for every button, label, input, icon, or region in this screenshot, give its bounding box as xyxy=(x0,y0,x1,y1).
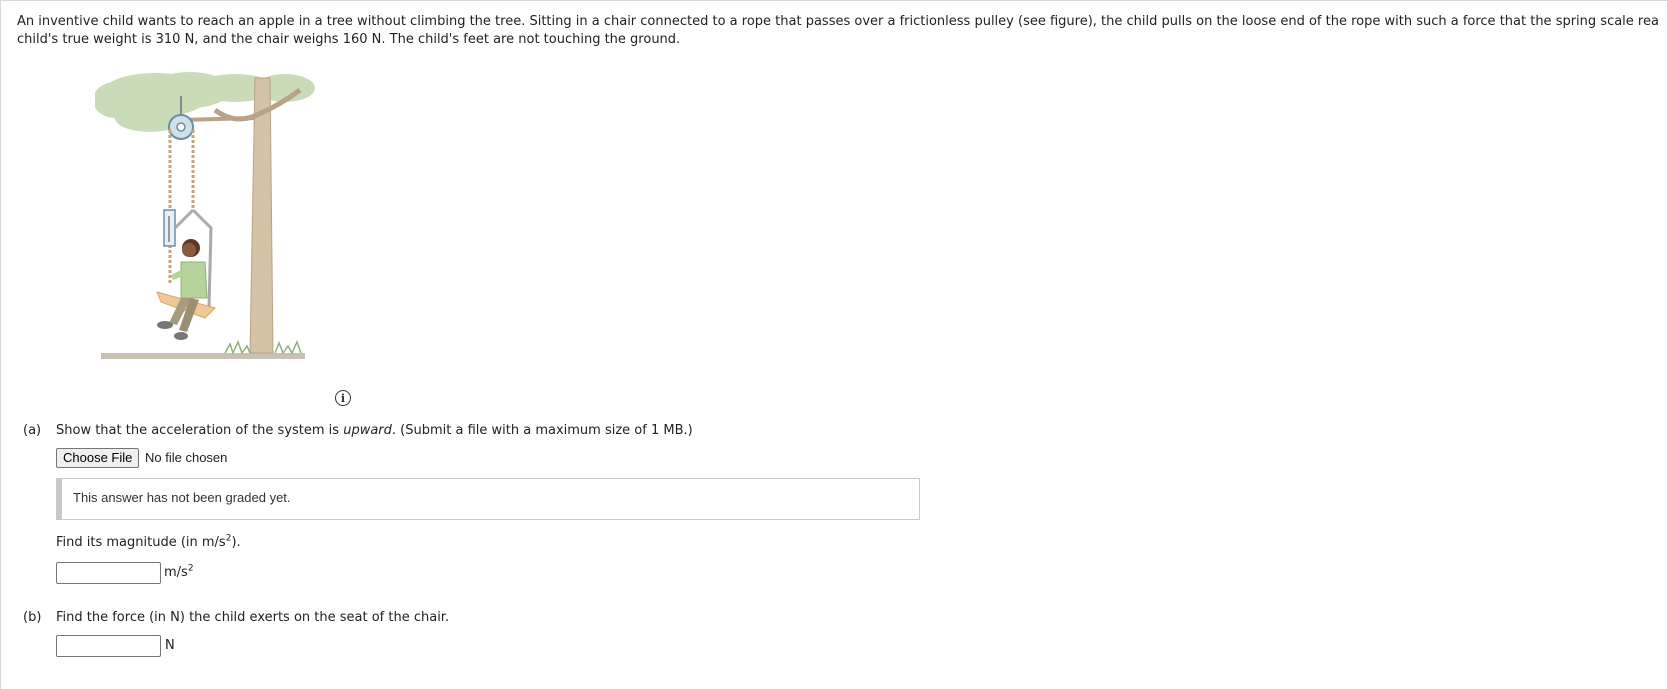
problem-statement: An inventive child wants to reach an app… xyxy=(17,13,1667,49)
part-a-label: (a) xyxy=(23,423,42,438)
part-a-question: Show that the acceleration of the system… xyxy=(56,422,693,440)
choose-file-button[interactable]: Choose File xyxy=(56,448,140,468)
part-b-question: Find the force (in N) the child exerts o… xyxy=(56,610,450,625)
force-answer-input[interactable] xyxy=(56,635,161,657)
magnitude-unit-exponent: 2 xyxy=(187,563,194,574)
magnitude-question: Find its magnitude (in m/s2). xyxy=(56,534,241,552)
problem-line-1: An inventive child wants to reach an app… xyxy=(17,14,1659,29)
pulley-figure xyxy=(95,72,315,359)
question-page: An inventive child wants to reach an app… xyxy=(0,0,1667,689)
info-icon[interactable]: i xyxy=(335,390,351,406)
magnitude-unit: m/s2 xyxy=(164,564,194,582)
part-a-text-after: . (Submit a file with a maximum size of … xyxy=(391,423,693,438)
magnitude-answer-input[interactable] xyxy=(56,562,161,584)
force-unit: N xyxy=(165,638,175,653)
grading-status-text: This answer has not been graded yet. xyxy=(73,490,291,505)
grading-status-box: This answer has not been graded yet. xyxy=(56,478,920,520)
no-file-chosen-text: No file chosen xyxy=(145,450,228,465)
magnitude-prefix: Find its magnitude (in m/s xyxy=(56,535,226,550)
part-a-text-emphasis: upward xyxy=(343,423,392,438)
child xyxy=(157,239,208,340)
problem-line-2: child's true weight is 310 N, and the ch… xyxy=(17,32,681,47)
magnitude-suffix: ). xyxy=(231,535,241,550)
ground xyxy=(101,353,305,359)
part-a-text-before: Show that the acceleration of the system… xyxy=(56,423,344,438)
magnitude-unit-base: m/s xyxy=(164,565,188,580)
part-b-label: (b) xyxy=(23,610,42,625)
